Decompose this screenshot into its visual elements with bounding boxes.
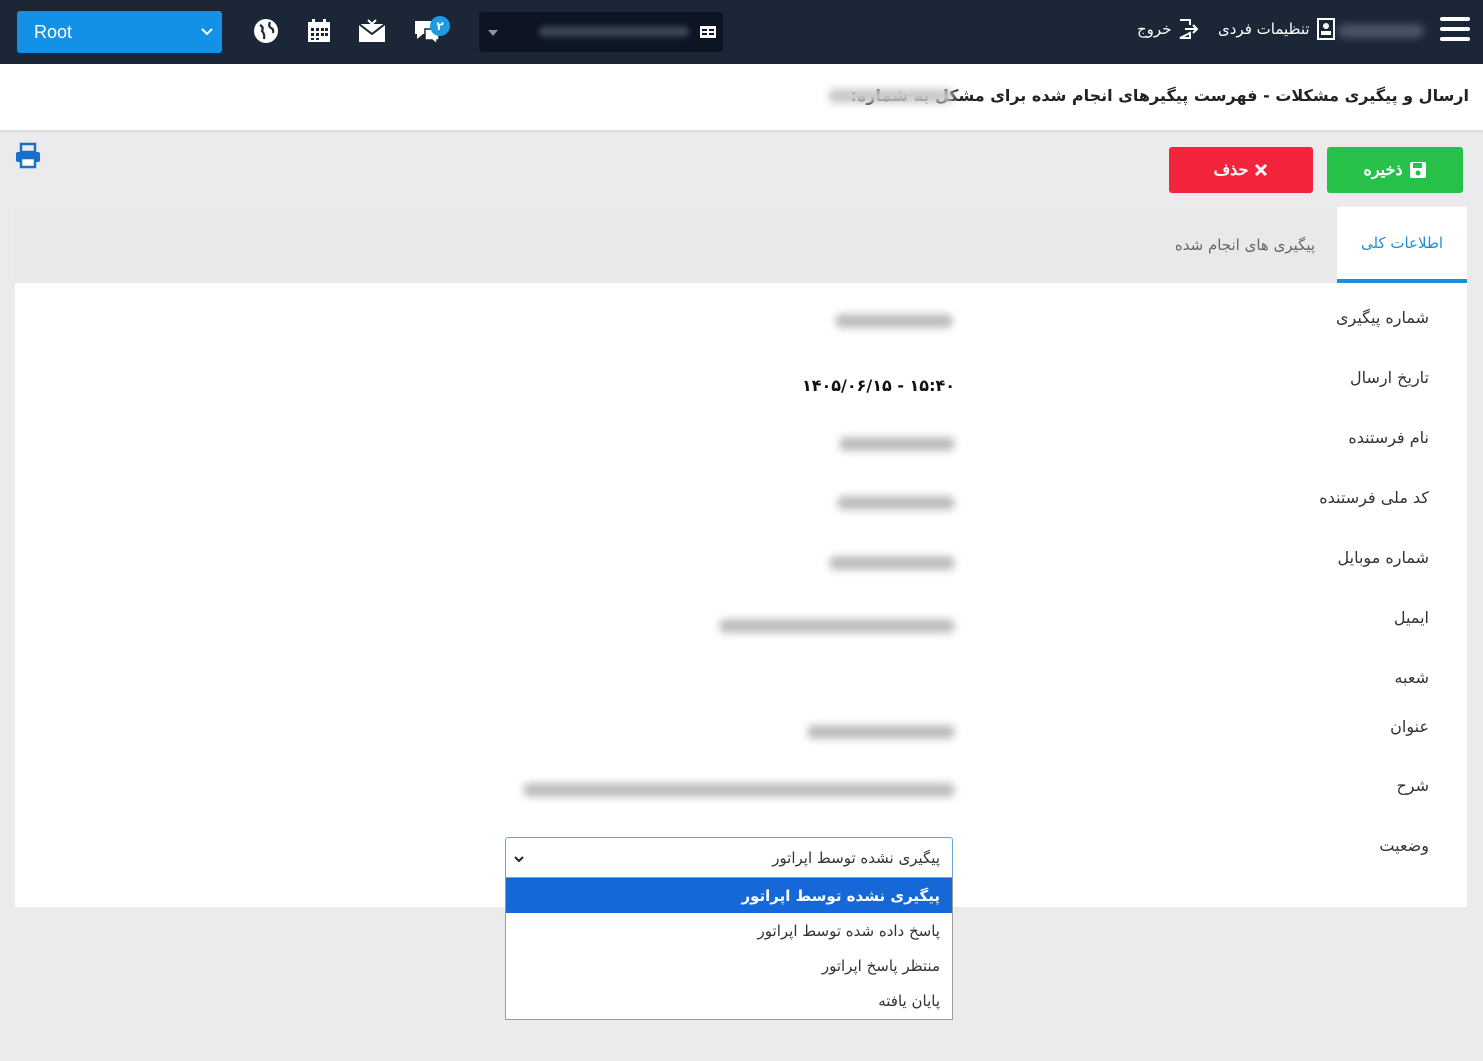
email-label: ایمیل	[1393, 608, 1429, 627]
chat-count-badge: ۲	[430, 16, 450, 36]
national-code-label: کد ملی فرستنده	[1319, 488, 1429, 507]
save-button[interactable]: ذخیره	[1327, 147, 1463, 193]
send-date-label: تاریخ ارسال	[1350, 368, 1429, 387]
description-value	[523, 783, 955, 797]
calendar-icon[interactable]	[302, 14, 336, 48]
subject-value	[807, 725, 955, 739]
close-icon	[1255, 163, 1268, 177]
chevron-down-icon	[201, 28, 213, 36]
status-option[interactable]: منتظر پاسخ اپراتور	[506, 948, 952, 983]
status-option[interactable]: پیگیری نشده توسط اپراتور	[506, 878, 952, 913]
branch-select[interactable]	[479, 12, 723, 52]
id-card-icon	[700, 26, 716, 38]
tab-followups[interactable]: پیگیری های انجام شده	[1155, 207, 1335, 283]
status-select[interactable]: پیگیری نشده توسط اپراتور	[505, 837, 953, 879]
top-navbar: Root ۲ تنظیمات فردی خروج	[0, 0, 1483, 64]
description-label: شرح	[1396, 776, 1429, 795]
floppy-icon	[1409, 162, 1426, 178]
globe-icon[interactable]	[249, 14, 283, 48]
logout-icon	[1180, 19, 1199, 39]
email-value	[719, 619, 955, 633]
delete-button[interactable]: حذف	[1169, 147, 1313, 193]
mobile-value	[829, 556, 955, 570]
mail-icon[interactable]	[355, 14, 389, 48]
national-code-value	[837, 496, 955, 510]
logout-link[interactable]: خروج	[1137, 18, 1199, 40]
subject-label: عنوان	[1390, 717, 1429, 736]
delete-label: حذف	[1213, 162, 1249, 179]
print-icon[interactable]	[14, 142, 42, 170]
organization-select-value: Root	[34, 21, 73, 42]
status-option[interactable]: پاسخ داده شده توسط اپراتور	[506, 913, 952, 948]
chevron-down-icon	[514, 856, 524, 863]
sender-name-label: نام فرستنده	[1348, 428, 1429, 447]
tracking-number-value	[835, 314, 953, 328]
tab-bar: اطلاعات کلی پیگیری های انجام شده	[15, 207, 1467, 283]
tab-general-info[interactable]: اطلاعات کلی	[1337, 207, 1467, 283]
send-date-value: ۱۴۰۵/۰۶/۱۵ - ۱۵:۴۰	[801, 376, 955, 395]
status-select-value: پیگیری نشده توسط اپراتور	[772, 849, 940, 867]
status-option[interactable]: پایان یافته	[506, 983, 952, 1018]
personal-settings-link[interactable]: تنظیمات فردی	[1218, 18, 1336, 40]
profile-card-icon	[1316, 18, 1335, 40]
status-dropdown-list: پیگیری نشده توسط اپراتور پاسخ داده شده ت…	[505, 877, 953, 1020]
tracking-number-label: شماره پیگیری	[1335, 308, 1429, 327]
menu-icon[interactable]	[1440, 17, 1470, 45]
save-label: ذخیره	[1363, 162, 1403, 179]
sender-name-value	[839, 437, 955, 451]
username	[1338, 24, 1424, 38]
logout-label: خروج	[1137, 20, 1172, 38]
status-label: وضعیت	[1379, 836, 1429, 855]
personal-settings-label: تنظیمات فردی	[1218, 20, 1310, 38]
branch-label: شعبه	[1394, 668, 1429, 687]
details-panel: اطلاعات کلی پیگیری های انجام شده شماره پ…	[15, 207, 1467, 907]
issue-number	[828, 89, 954, 103]
mobile-label: شماره موبایل	[1337, 548, 1429, 567]
branch-select-value	[539, 26, 689, 37]
organization-select[interactable]: Root	[17, 11, 222, 53]
caret-down-icon	[488, 30, 498, 36]
